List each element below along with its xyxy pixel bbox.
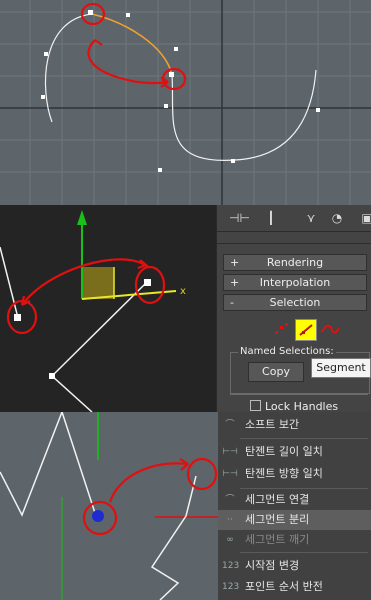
vertex-handle[interactable] — [44, 52, 48, 56]
perspective-canvas[interactable]: x — [0, 205, 216, 412]
menu-item-segment-detach[interactable]: ·· 세그먼트 분리 — [218, 510, 371, 530]
menu-item-label: 포인트 순서 반전 — [245, 580, 323, 593]
menu-item-label: 세그먼트 연결 — [245, 493, 310, 506]
segment-mode-button[interactable] — [295, 319, 317, 341]
vertex-mode-icon — [275, 323, 288, 334]
spline-segment[interactable] — [44, 13, 93, 123]
selected-vertex[interactable] — [92, 510, 104, 522]
segment-mode-icon — [299, 324, 313, 336]
menu-item-soft[interactable]: ⌒ 소프트 보간 — [218, 415, 371, 435]
rollout-rendering[interactable]: + Rendering — [223, 254, 367, 271]
menu-item-label: 탄젠트 길이 일치 — [245, 445, 323, 458]
rollout-label: Selection — [269, 296, 321, 309]
front-viewport-canvas[interactable] — [0, 412, 218, 600]
checkbox-icon — [250, 400, 261, 411]
vertex-mode-button[interactable] — [272, 320, 290, 338]
vertex-handle[interactable] — [174, 47, 178, 51]
menu-item-tangent-length[interactable]: ⊢⊣ 탄젠트 길이 일치 — [218, 442, 371, 462]
menu-item-label: 세그먼트 분리 — [245, 513, 310, 526]
vertex-handle[interactable] — [41, 95, 45, 99]
rollout-selection[interactable]: - Selection — [223, 294, 367, 311]
toolbar-divider — [217, 243, 371, 244]
menu-item-tangent-direction[interactable]: ⊢⊣ 탄젠트 방향 일치 — [218, 464, 371, 484]
front-viewport[interactable] — [0, 412, 218, 600]
first-vertex-icon: 123 — [222, 561, 240, 571]
tooltip-segment: Segment — [311, 358, 371, 378]
named-selections-label: Named Selections: — [238, 346, 336, 357]
annotation-red — [82, 457, 218, 536]
reverse-order-icon: 123 — [222, 582, 240, 592]
menu-item-label: 시작점 변경 — [245, 559, 300, 572]
segment-detach-icon: ·· — [227, 515, 233, 525]
axis-x-label: x — [180, 286, 186, 297]
vertex-handle[interactable] — [126, 13, 130, 17]
menu-item-segment-break[interactable]: ∞ 세그먼트 깨기 — [218, 530, 371, 550]
rollout-label: Interpolation — [259, 276, 331, 289]
vertex[interactable] — [144, 279, 151, 286]
gizmo-plane[interactable] — [82, 267, 114, 299]
display-icon[interactable]: ◔ — [327, 209, 347, 227]
motion-icon[interactable]: ⋎ — [301, 209, 321, 227]
soft-icon: ⌒ — [225, 420, 235, 430]
menu-separator — [240, 488, 368, 489]
quad-menu: ⌒ 소프트 보간 ⊢⊣ 탄젠트 길이 일치 ⊢⊣ 탄젠트 방향 일치 ⌒ 세그먼… — [218, 412, 371, 600]
spline-segment[interactable] — [0, 246, 19, 319]
vertex[interactable] — [169, 72, 174, 77]
top-viewport-canvas[interactable] — [0, 0, 371, 205]
vertex[interactable] — [88, 10, 93, 15]
rollout-interpolation[interactable]: + Interpolation — [223, 274, 367, 291]
menu-item-segment-connect[interactable]: ⌒ 세그먼트 연결 — [218, 490, 371, 510]
vertex[interactable] — [14, 314, 21, 321]
rollout-label: Rendering — [266, 256, 324, 269]
tangent-direction-icon: ⊢⊣ — [222, 469, 238, 479]
menu-item-label: 소프트 보간 — [245, 418, 300, 431]
segment-break-icon: ∞ — [226, 535, 234, 545]
grid-lines — [0, 0, 371, 205]
perspective-viewport[interactable]: x — [0, 205, 216, 412]
utilities-icon[interactable]: ▣ — [357, 209, 371, 227]
menu-item-first-vertex[interactable]: 123 시작점 변경 — [218, 556, 371, 576]
spline-segment[interactable] — [0, 412, 104, 517]
top-viewport[interactable] — [0, 0, 371, 205]
menu-separator — [240, 552, 368, 553]
move-icon[interactable]: ⊣⊢ — [229, 209, 250, 227]
viewport-divider — [216, 0, 218, 600]
segment-connect-icon: ⌒ — [225, 495, 235, 505]
vertex[interactable] — [49, 373, 55, 379]
menu-item-label: 세그먼트 깨기 — [245, 533, 310, 546]
spline-mode-icon — [321, 324, 340, 334]
spline-segment[interactable] — [51, 375, 93, 412]
vertex-handle[interactable] — [316, 108, 320, 112]
menu-item-reverse-order[interactable]: 123 포인트 순서 반전 — [218, 577, 371, 597]
spline-segment[interactable] — [150, 475, 197, 600]
vertex-handle[interactable] — [231, 159, 235, 163]
tangent-length-icon: ⊢⊣ — [222, 447, 238, 457]
spline-segment[interactable] — [171, 69, 317, 161]
gizmo-y-arrow[interactable] — [77, 210, 87, 225]
vertex-handle[interactable] — [164, 104, 168, 108]
menu-item-label: 탄젠트 방향 일치 — [245, 467, 323, 480]
hammer-icon[interactable]: ┃ — [261, 209, 281, 227]
menu-separator — [240, 438, 368, 439]
copy-button[interactable]: Copy — [248, 362, 304, 382]
spline-mode-button[interactable] — [320, 320, 340, 338]
vertex-handle[interactable] — [158, 168, 162, 172]
toolbar-divider — [217, 231, 371, 232]
